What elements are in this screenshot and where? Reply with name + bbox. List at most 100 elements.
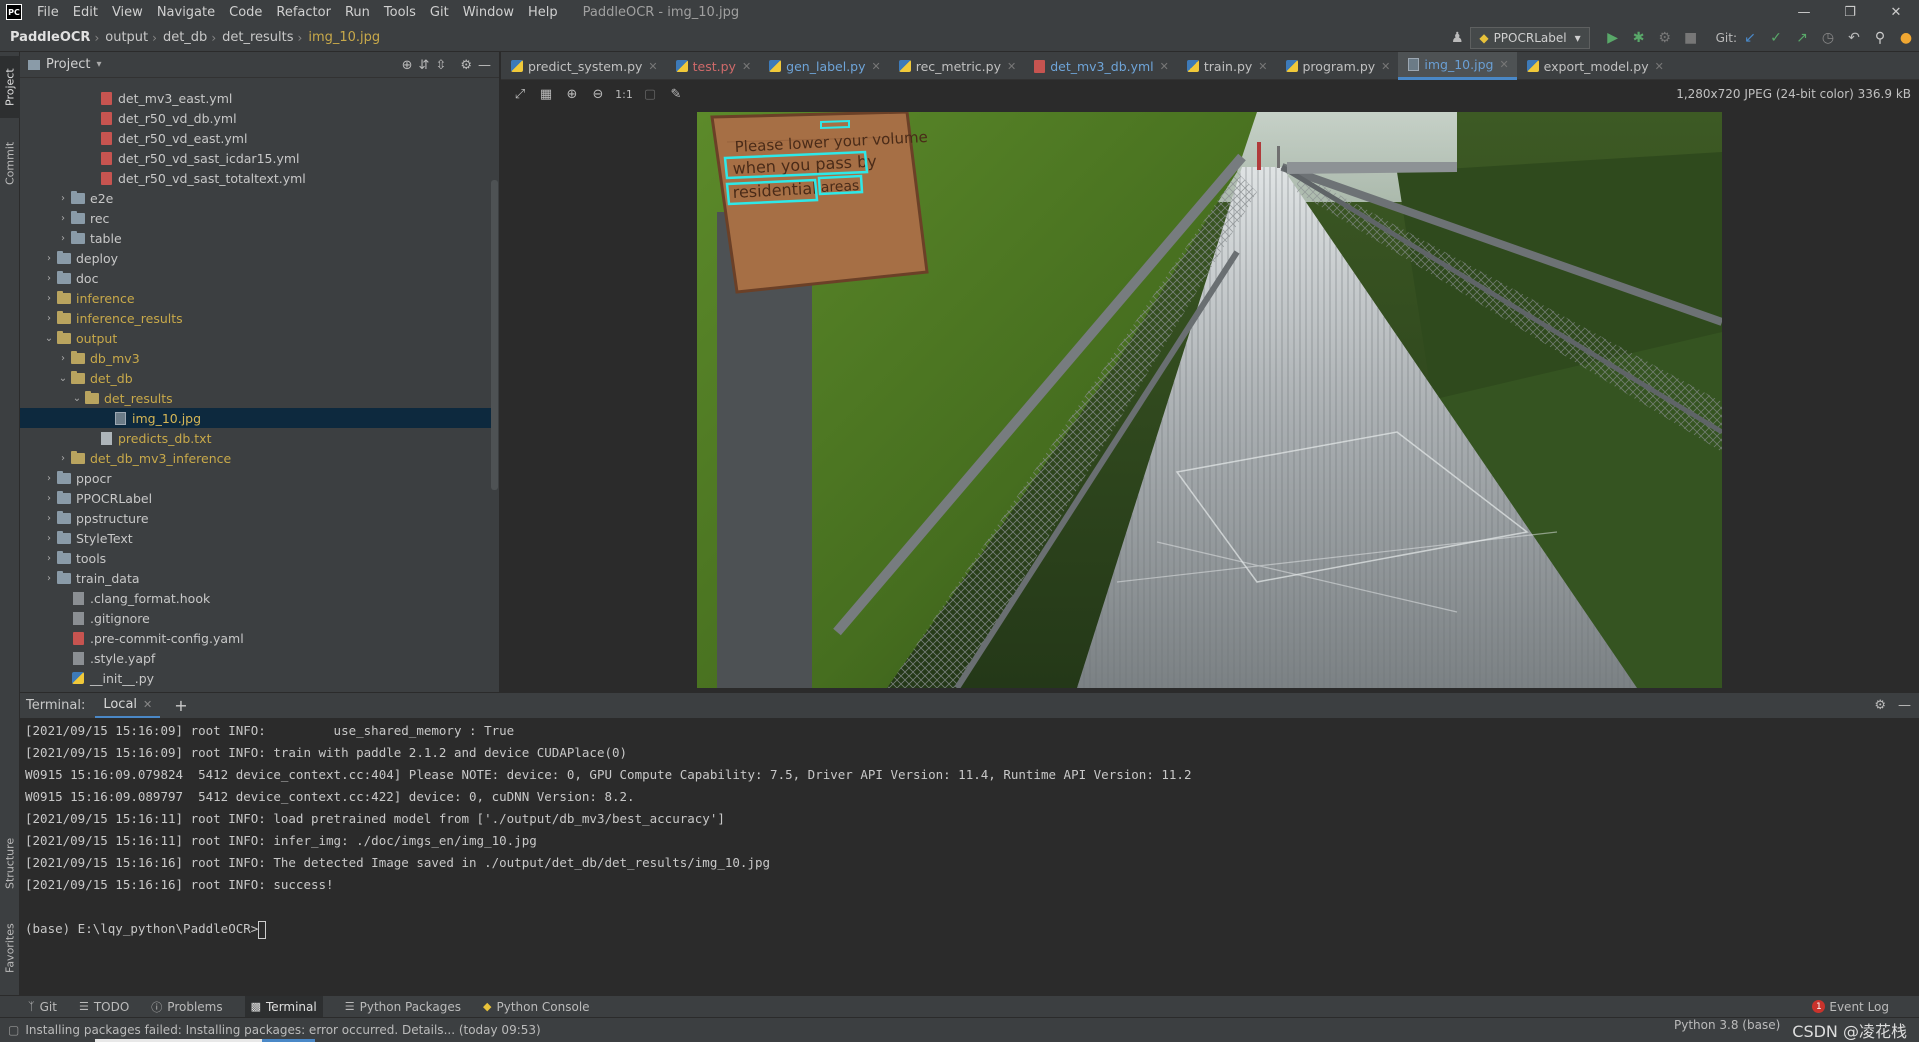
- git-push-icon[interactable]: ↗: [1789, 25, 1815, 51]
- tool-tab-project[interactable]: Project: [0, 56, 20, 118]
- project-tree-item[interactable]: .style.yapf: [20, 648, 498, 668]
- editor-tab[interactable]: gen_label.py ✕: [759, 52, 889, 80]
- project-tree-item[interactable]: ⌄ det_db: [20, 368, 498, 388]
- tool-tab-structure[interactable]: Structure: [0, 827, 20, 899]
- editor-tab[interactable]: det_mv3_db.yml ✕: [1024, 52, 1177, 80]
- chevron-down-icon[interactable]: ⌄: [42, 333, 56, 344]
- menu-file[interactable]: File: [30, 5, 66, 20]
- project-tree-item[interactable]: .clang_format.hook: [20, 588, 498, 608]
- project-tree-item[interactable]: ⌄ det_results: [20, 388, 498, 408]
- project-tree-item[interactable]: › ppstructure: [20, 508, 498, 528]
- chevron-right-icon[interactable]: ›: [42, 253, 56, 264]
- zoom-in-icon[interactable]: ⊕: [559, 82, 585, 106]
- close-tab-icon[interactable]: ✕: [742, 60, 751, 73]
- project-tree-item[interactable]: ⌄ output: [20, 328, 498, 348]
- chevron-right-icon[interactable]: ›: [42, 573, 56, 584]
- editor-tab[interactable]: export_model.py ✕: [1517, 52, 1672, 80]
- close-tab-icon[interactable]: ✕: [872, 60, 881, 73]
- chevron-right-icon[interactable]: ›: [42, 313, 56, 324]
- status-icon[interactable]: ▢: [8, 1023, 19, 1037]
- settings-icon[interactable]: ⚙: [460, 58, 472, 73]
- status-message[interactable]: Installing packages failed: Installing p…: [25, 1023, 540, 1037]
- restore-icon[interactable]: ❐: [1827, 0, 1873, 24]
- chevron-right-icon[interactable]: ›: [42, 473, 56, 484]
- project-tree-item[interactable]: .pre-commit-config.yaml: [20, 628, 498, 648]
- chevron-right-icon[interactable]: ›: [56, 193, 70, 204]
- tool-python-console[interactable]: ◆ Python Console: [483, 1000, 590, 1014]
- project-tree-item[interactable]: › train_data: [20, 568, 498, 588]
- chevron-right-icon[interactable]: ›: [42, 533, 56, 544]
- settings-icon[interactable]: ⚙: [1874, 698, 1886, 713]
- menu-window[interactable]: Window: [456, 5, 521, 20]
- minimize-icon[interactable]: —: [1781, 0, 1827, 24]
- tool-tab-favorites[interactable]: Favorites: [0, 912, 20, 984]
- project-tree-item[interactable]: det_r50_vd_east.yml: [20, 128, 498, 148]
- project-tree-item[interactable]: det_r50_vd_sast_totaltext.yml: [20, 168, 498, 188]
- chevron-down-icon[interactable]: ▾: [96, 59, 101, 70]
- run-icon[interactable]: ▶: [1600, 25, 1626, 51]
- hide-panel-icon[interactable]: —: [478, 58, 491, 73]
- project-tree-item[interactable]: det_r50_vd_sast_icdar15.yml: [20, 148, 498, 168]
- project-tree-item[interactable]: img_10.jpg: [20, 408, 498, 428]
- menu-git[interactable]: Git: [423, 5, 456, 20]
- editor-tab[interactable]: train.py ✕: [1177, 52, 1276, 80]
- close-tab-icon[interactable]: ✕: [143, 698, 152, 711]
- project-tree-item[interactable]: › table: [20, 228, 498, 248]
- editor-tab[interactable]: program.py ✕: [1276, 52, 1399, 80]
- project-tree-item[interactable]: › deploy: [20, 248, 498, 268]
- tool-problems[interactable]: ⓘ Problems: [151, 999, 222, 1015]
- project-tree-item[interactable]: › rec: [20, 208, 498, 228]
- editor-tab[interactable]: test.py ✕: [666, 52, 760, 80]
- actual-size-button[interactable]: 1:1: [611, 82, 637, 106]
- git-update-icon[interactable]: ↙: [1737, 25, 1763, 51]
- event-log-button[interactable]: 1 Event Log: [1812, 1000, 1889, 1014]
- chevron-right-icon[interactable]: ›: [42, 273, 56, 284]
- project-tree-item[interactable]: __init__.py: [20, 668, 498, 688]
- close-tab-icon[interactable]: ✕: [648, 60, 657, 73]
- editor-tab[interactable]: img_10.jpg ✕: [1398, 52, 1517, 80]
- project-tree-item[interactable]: › e2e: [20, 188, 498, 208]
- close-tab-icon[interactable]: ✕: [1160, 60, 1169, 73]
- search-icon[interactable]: ⚲: [1867, 25, 1893, 51]
- project-tree-item[interactable]: › StyleText: [20, 528, 498, 548]
- fit-zoom-icon[interactable]: ⤢: [507, 82, 533, 106]
- menu-help[interactable]: Help: [521, 5, 565, 20]
- editor-tab[interactable]: rec_metric.py ✕: [889, 52, 1024, 80]
- breadcrumb-output[interactable]: output: [99, 30, 152, 45]
- breadcrumb-file[interactable]: img_10.jpg: [302, 30, 384, 45]
- tool-todo[interactable]: ☰ TODO: [79, 1000, 129, 1014]
- project-tree-item[interactable]: › db_mv3: [20, 348, 498, 368]
- tool-python-packages[interactable]: ☰ Python Packages: [345, 1000, 461, 1014]
- chevron-right-icon[interactable]: ›: [56, 353, 70, 364]
- background-icon[interactable]: ▢: [637, 82, 663, 106]
- stop-icon[interactable]: ■: [1678, 25, 1704, 51]
- locate-icon[interactable]: ⊕: [402, 58, 413, 73]
- menu-view[interactable]: View: [105, 5, 150, 20]
- grid-icon[interactable]: ▦: [533, 82, 559, 106]
- terminal-prompt[interactable]: (base) E:\lqy_python\PaddleOCR>: [25, 918, 1919, 940]
- project-tree-item[interactable]: › PPOCRLabel: [20, 488, 498, 508]
- hide-panel-icon[interactable]: —: [1898, 698, 1911, 713]
- collapse-all-icon[interactable]: ⇳: [435, 58, 446, 73]
- menu-refactor[interactable]: Refactor: [269, 5, 338, 20]
- breadcrumb-det-db[interactable]: det_db: [157, 30, 211, 45]
- chevron-down-icon[interactable]: ⌄: [56, 373, 70, 384]
- coverage-icon[interactable]: ⚙: [1652, 25, 1678, 51]
- menu-edit[interactable]: Edit: [66, 5, 105, 20]
- new-terminal-icon[interactable]: +: [174, 696, 187, 715]
- chevron-right-icon[interactable]: ›: [56, 213, 70, 224]
- tool-tab-commit[interactable]: Commit: [0, 132, 20, 194]
- user-icon[interactable]: ♟: [1444, 25, 1470, 51]
- project-tree-item[interactable]: › ppocr: [20, 468, 498, 488]
- run-config-select[interactable]: ◆ PPOCRLabel ▾: [1470, 27, 1590, 49]
- chevron-down-icon[interactable]: ⌄: [70, 393, 84, 404]
- close-tab-icon[interactable]: ✕: [1499, 58, 1508, 71]
- close-icon[interactable]: ✕: [1873, 0, 1919, 24]
- project-tree-item[interactable]: .gitignore: [20, 608, 498, 628]
- chevron-right-icon[interactable]: ›: [56, 233, 70, 244]
- menu-tools[interactable]: Tools: [377, 5, 423, 20]
- menu-code[interactable]: Code: [222, 5, 269, 20]
- close-tab-icon[interactable]: ✕: [1258, 60, 1267, 73]
- menu-navigate[interactable]: Navigate: [150, 5, 222, 20]
- project-tree-item[interactable]: det_mv3_east.yml: [20, 88, 498, 108]
